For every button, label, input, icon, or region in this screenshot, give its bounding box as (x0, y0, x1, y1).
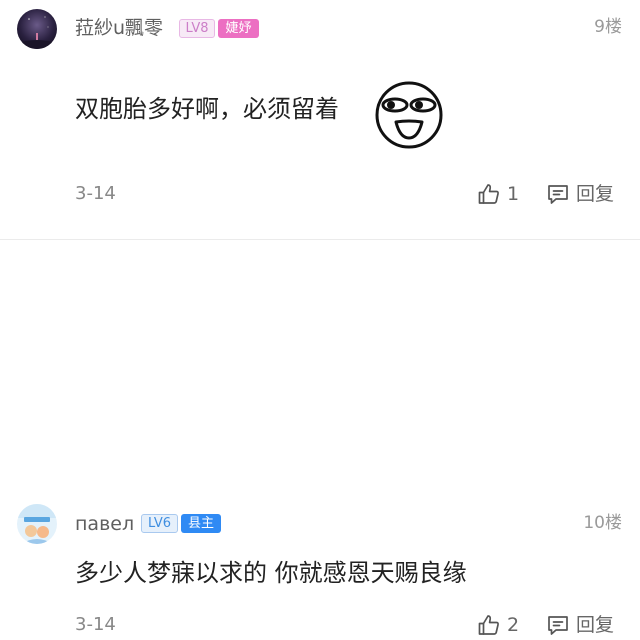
level-badge: LV6 (141, 514, 178, 533)
reply-label: 回复 (576, 614, 615, 636)
level-badge: LV8 (179, 19, 215, 38)
thumbs-up-icon (478, 184, 499, 204)
reply-button[interactable]: 回复 (546, 179, 614, 209)
like-button[interactable]: 1 (477, 179, 519, 209)
avatar[interactable] (17, 504, 57, 544)
comment-text: 双胞胎多好啊，必须留着 (75, 95, 339, 123)
speech-bubble-icon (548, 185, 568, 204)
reply-button[interactable]: 回复 (546, 610, 614, 640)
comment-text: 多少人梦寐以求的 你就感恩天赐良缘 (75, 559, 467, 587)
smirk-face-emoji-icon (374, 80, 444, 150)
thumbs-up-icon (478, 615, 499, 635)
comment-date: 3-14 (75, 614, 116, 635)
title-badge: 县主 (181, 514, 221, 533)
like-button[interactable]: 2 (477, 610, 519, 640)
title-badge: 婕妤 (218, 19, 259, 38)
like-count: 1 (507, 183, 520, 205)
floor-number: 10楼 (583, 513, 622, 533)
like-count: 2 (507, 614, 520, 636)
speech-bubble-icon (548, 616, 568, 635)
comment-item: 菈紗u飄零 LV8 婕妤 9楼 双胞胎多好啊，必须留着 3-14 1 回复 (0, 0, 640, 240)
username[interactable]: 菈紗u飄零 (75, 17, 163, 39)
comment-date: 3-14 (75, 183, 116, 204)
avatar[interactable] (17, 9, 57, 49)
floor-number: 9楼 (594, 17, 622, 37)
comment-item: павел LV6 县主 10楼 多少人梦寐以求的 你就感恩天赐良缘 3-14 … (0, 240, 640, 636)
username[interactable]: павел (75, 513, 134, 535)
reply-label: 回复 (576, 183, 615, 205)
